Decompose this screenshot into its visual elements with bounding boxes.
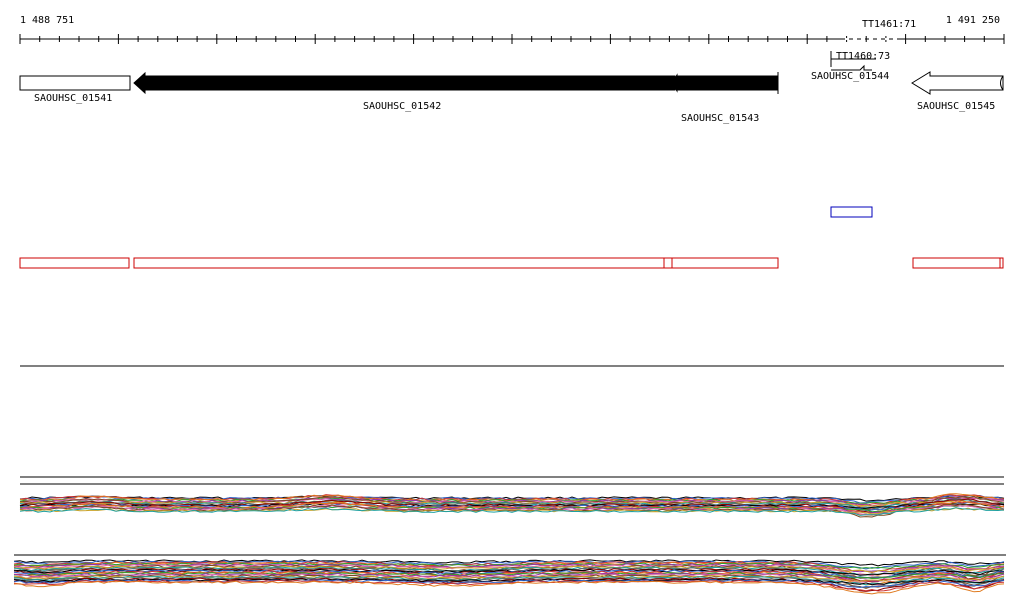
red-feature-track <box>19 257 1004 269</box>
expression-track-lower <box>13 559 1005 595</box>
gene-track: SAOUHSC_01541 SAOUHSC_01542 SAOUHSC_0154… <box>19 64 1004 124</box>
red-feature-box[interactable] <box>671 257 779 269</box>
gene-arrow-01544[interactable] <box>831 64 872 71</box>
gene-arrow-01545[interactable] <box>911 71 1004 95</box>
terminator-label-tt1460: TT1460:73 <box>836 51 890 62</box>
red-feature-box[interactable] <box>999 257 1004 269</box>
gene-label-01541: SAOUHSC_01541 <box>34 93 112 104</box>
terminator-track: TT1461:71 TT1460:73 <box>830 19 916 67</box>
range-end-label: 1 491 250 <box>946 15 1000 26</box>
terminator-label-tt1461: TT1461:71 <box>862 19 916 30</box>
gene-arrow-01543[interactable] <box>671 73 779 93</box>
gene-label-01542: SAOUHSC_01542 <box>363 101 441 112</box>
range-start-label: 1 488 751 <box>20 15 74 26</box>
expression-track-upper <box>19 493 1005 518</box>
genome-browser-canvas: 1 488 751 1 491 250 TT1461:71 TT1460:73 … <box>13 15 1006 595</box>
red-feature-box[interactable] <box>663 257 673 269</box>
red-feature-box[interactable] <box>912 257 1001 269</box>
blue-feature-box[interactable] <box>830 206 873 218</box>
gene-arrow-01541[interactable] <box>19 75 131 91</box>
gene-label-01545: SAOUHSC_01545 <box>917 101 995 112</box>
gene-arrow-01542[interactable] <box>133 71 676 95</box>
red-feature-box[interactable] <box>133 257 665 269</box>
red-feature-box[interactable] <box>19 257 130 269</box>
gene-label-01543: SAOUHSC_01543 <box>681 113 759 124</box>
gene-label-01544: SAOUHSC_01544 <box>811 71 889 82</box>
